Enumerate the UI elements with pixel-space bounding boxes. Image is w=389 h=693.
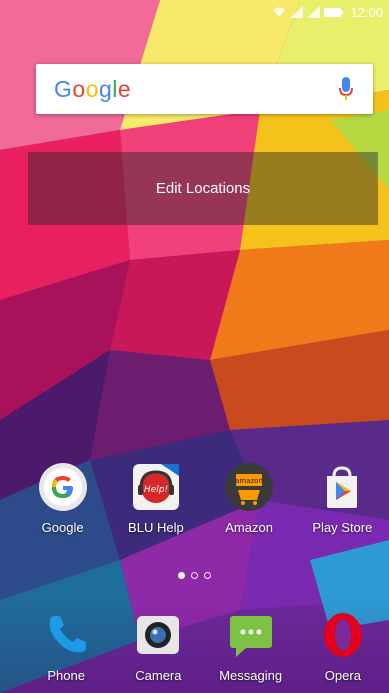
wifi-icon [273, 7, 286, 17]
edit-locations-label: Edit Locations [155, 180, 251, 197]
dock-opera[interactable]: Opera [297, 610, 389, 683]
google-search-bar[interactable]: Google [36, 64, 373, 114]
google-app-icon [38, 463, 87, 511]
google-logo-letter: o [85, 75, 99, 102]
signal-icon [290, 6, 304, 18]
app-google[interactable]: Google [16, 462, 109, 535]
messaging-icon [229, 616, 272, 657]
google-logo-letter: g [98, 75, 113, 102]
play-store-icon [327, 466, 358, 508]
google-logo-letter: e [117, 75, 132, 102]
app-blu-help[interactable]: Help! BLU Help [109, 462, 202, 535]
home-app-row: Google Help! BLU Help amazon Amazon Play… [0, 462, 389, 535]
page-indicator [0, 572, 389, 579]
dock-phone[interactable]: Phone [20, 610, 112, 683]
google-logo: Google [54, 76, 131, 103]
mic-icon[interactable] [339, 77, 353, 101]
page-dot-active[interactable] [178, 572, 185, 579]
app-label: Play Store [312, 520, 373, 535]
page-dot[interactable] [191, 572, 198, 579]
svg-text:amazon: amazon [235, 477, 263, 485]
app-label: Google [41, 520, 84, 535]
amazon-icon: amazon [225, 463, 274, 511]
app-amazon[interactable]: amazon Amazon [203, 462, 296, 535]
battery-icon [324, 7, 344, 17]
page-dot[interactable] [204, 572, 211, 579]
opera-icon [323, 613, 362, 657]
dock-camera[interactable]: Camera [112, 610, 204, 683]
blu-help-icon: Help! [132, 464, 179, 510]
status-clock: 12:00 [350, 4, 383, 20]
phone-icon [49, 616, 87, 653]
camera-icon [137, 616, 180, 654]
app-label: Opera [324, 668, 361, 683]
svg-text:Help!: Help! [144, 485, 168, 495]
google-logo-letter: o [72, 75, 86, 102]
status-bar: 12:00 [0, 0, 389, 24]
app-label: Phone [47, 668, 85, 683]
app-label: BLU Help [128, 520, 184, 535]
signal-icon [307, 6, 321, 18]
dock: Phone Camera Messaging Opera [0, 610, 389, 683]
weather-widget[interactable]: Edit Locations [28, 152, 378, 225]
dock-messaging[interactable]: Messaging [205, 610, 297, 683]
app-play-store[interactable]: Play Store [296, 462, 389, 535]
app-label: Amazon [225, 520, 273, 535]
google-logo-letter: G [54, 75, 73, 102]
app-label: Messaging [219, 668, 283, 683]
app-label: Camera [135, 668, 182, 683]
